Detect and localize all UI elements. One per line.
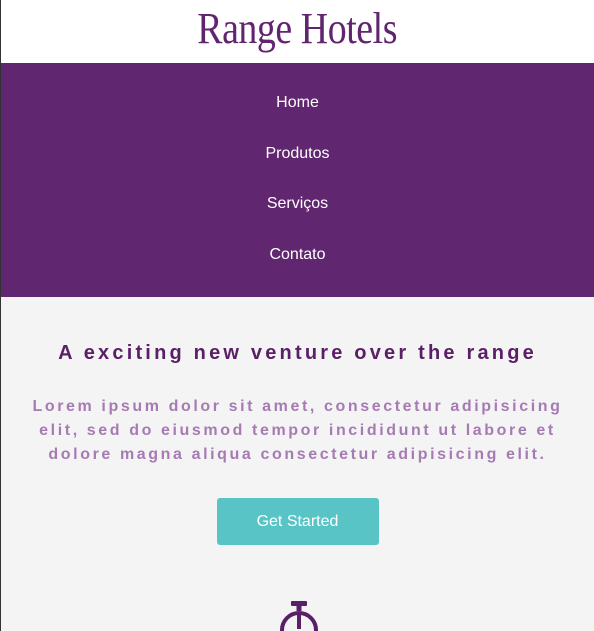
nav-link-contato[interactable]: Contato (269, 245, 325, 265)
nav-list: Home Produtos Serviços Contato (1, 93, 594, 295)
stopwatch-icon (280, 601, 318, 631)
nav-item-contato: Contato (1, 245, 594, 296)
nav-item-produtos: Produtos (1, 144, 594, 195)
page: Range Hotels Home Produtos Serviços Cont… (0, 0, 594, 631)
nav-item-servicos: Serviços (1, 194, 594, 245)
nav-link-home[interactable]: Home (276, 93, 319, 113)
nav-link-servicos[interactable]: Serviços (267, 194, 328, 214)
hero-title: A exciting new venture over the range (58, 342, 537, 364)
get-started-button[interactable]: Get Started (216, 498, 379, 545)
nav-item-home: Home (1, 93, 594, 144)
nav-link-produtos[interactable]: Produtos (265, 144, 329, 164)
brand-header: Range Hotels (1, 0, 594, 63)
hero-description: Lorem ipsum dolor sit amet, consectetur … (32, 398, 563, 463)
hero-section: A exciting new venture over the range Lo… (1, 297, 594, 631)
main-nav: Home Produtos Serviços Contato (1, 63, 594, 297)
brand-logo[interactable]: Range Hotels (198, 6, 398, 51)
